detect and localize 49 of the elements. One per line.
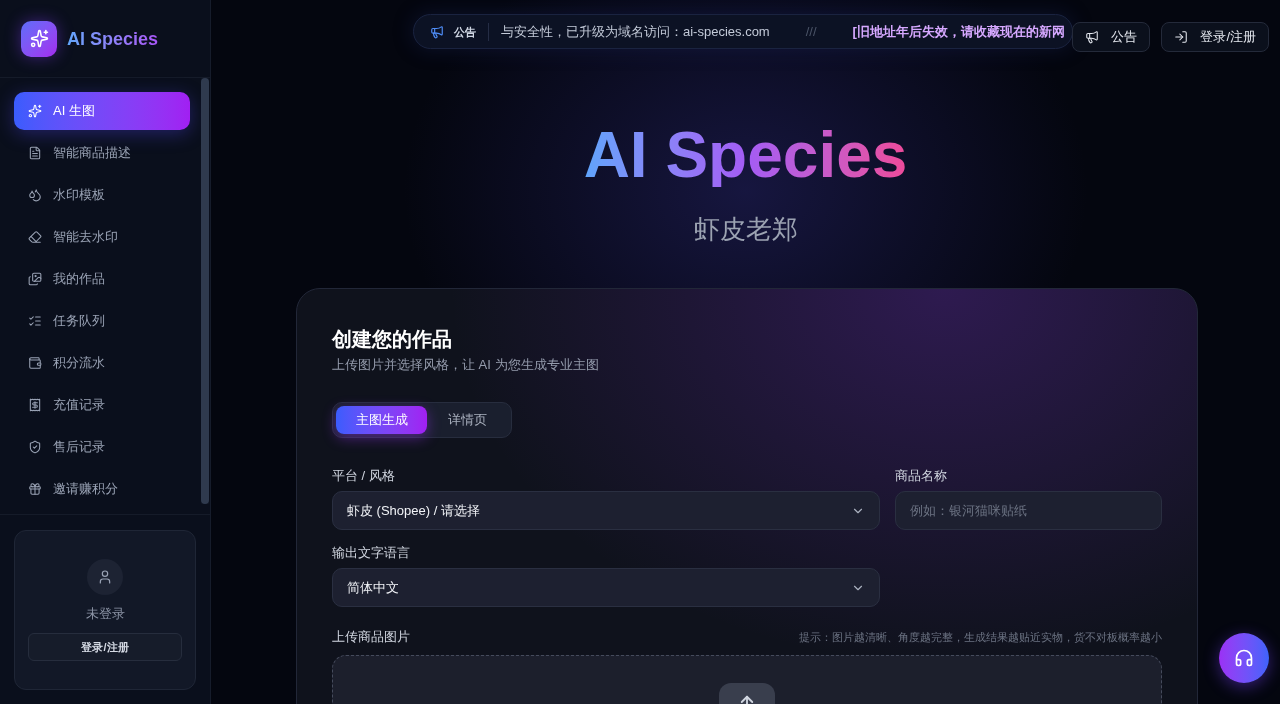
nav-item[interactable]: AI 生图	[14, 92, 190, 130]
nav-item[interactable]: 邀请赚积分	[14, 470, 190, 508]
megaphone-icon	[430, 24, 444, 39]
tab[interactable]: 详情页	[427, 406, 508, 434]
eraser-icon	[28, 230, 42, 244]
images-icon	[28, 272, 42, 286]
document-icon	[28, 146, 42, 160]
nav-item[interactable]: 水印模板	[14, 176, 190, 214]
announcement-text: 与安全性，已升级为域名访问：ai-species.com	[501, 22, 770, 41]
select-field[interactable]: 虾皮 (Shopee) / 请选择	[332, 491, 880, 530]
megaphone-icon	[1085, 30, 1100, 44]
wallet-icon	[28, 356, 42, 370]
separator-text: ///	[805, 22, 817, 41]
receipt-icon	[28, 398, 42, 412]
login-icon	[1174, 30, 1189, 44]
login-button[interactable]: 登录/注册	[1161, 22, 1269, 52]
nav-item[interactable]: 任务队列	[14, 302, 190, 340]
headphones-icon	[1234, 648, 1254, 668]
shield-check-icon	[28, 440, 42, 454]
sparkles-icon	[28, 104, 42, 118]
select-field[interactable]: 简体中文	[332, 568, 880, 607]
checklist-icon	[28, 314, 42, 328]
user-avatar-icon	[87, 559, 123, 595]
nav-item[interactable]: 我的作品	[14, 260, 190, 298]
sparkles-logo-icon	[21, 20, 57, 57]
gift-icon	[28, 482, 42, 496]
tab[interactable]: 主图生成	[336, 406, 427, 434]
field-label: 平台 / 风格	[332, 467, 395, 485]
announcement-text: [旧地址年后失效，请收藏现在的新网	[852, 22, 1065, 41]
input-field[interactable]: 例如：银河猫咪贴纸	[895, 491, 1162, 530]
nav-item[interactable]: 售后记录	[14, 428, 190, 466]
hero-subtitle: 虾皮老郑	[693, 213, 798, 245]
announcement-button[interactable]: 公告	[1072, 22, 1151, 52]
nav-item[interactable]: 充值记录	[14, 386, 190, 424]
nav-item[interactable]: 积分流水	[14, 344, 190, 382]
field-label: 商品名称	[895, 467, 947, 485]
login-status: 未登录	[85, 605, 125, 623]
support-button[interactable]	[1219, 633, 1269, 683]
scrollbar-thumb[interactable]	[201, 78, 209, 504]
nav-item[interactable]: 智能去水印	[14, 218, 190, 256]
card-title: 创建您的作品	[332, 327, 452, 352]
field-label: 输出文字语言	[332, 544, 410, 562]
login-button[interactable]: 登录/注册	[28, 633, 182, 661]
upload-label: 上传商品图片	[332, 628, 410, 646]
announcement-label: 公告	[454, 24, 476, 39]
droplets-icon	[28, 188, 42, 202]
nav-item[interactable]: 智能商品描述	[14, 134, 190, 172]
upload-hint: 提示：图片越清晰、角度越完整，生成结果越贴近实物，货不对板概率越小	[799, 630, 1162, 645]
card-subtitle: 上传图片并选择风格，让 AI 为您生成专业主图	[332, 356, 599, 374]
